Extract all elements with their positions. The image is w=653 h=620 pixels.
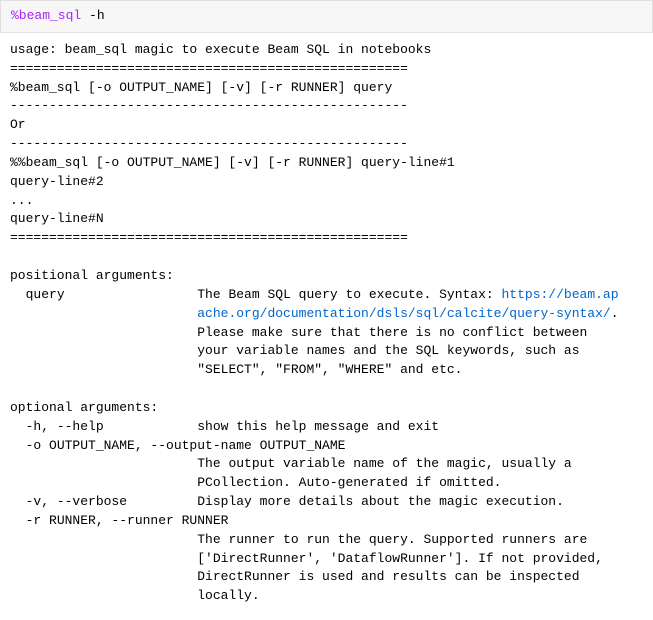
arg-output-name-2: The output variable name of the magic, u… — [10, 456, 572, 490]
usage-multi-line-2: query-line#2 — [10, 174, 104, 189]
query-syntax-link[interactable]: https://beam.ap — [502, 287, 619, 302]
usage-line: usage: beam_sql magic to execute Beam SQ… — [10, 42, 431, 57]
code-cell-input[interactable]: %beam_sql -h — [0, 0, 653, 33]
query-syntax-link-wrap[interactable]: ache.org/documentation/dsls/sql/calcite/… — [10, 306, 611, 321]
optional-arguments-header: optional arguments: — [10, 400, 158, 415]
arg-output-name-1: -o OUTPUT_NAME, --output-name OUTPUT_NAM… — [10, 438, 345, 453]
separator: ========================================… — [10, 230, 408, 245]
usage-multi-line-1: %%beam_sql [-o OUTPUT_NAME] [-v] [-r RUN… — [10, 155, 455, 170]
separator: ========================================… — [10, 61, 408, 76]
arg-runner-2: The runner to run the query. Supported r… — [10, 532, 603, 604]
arg-help: -h, --help show this help message and ex… — [10, 419, 439, 434]
dash-sep: ----------------------------------------… — [10, 136, 408, 151]
arg-query-label: query — [10, 287, 197, 302]
magic-flag: -h — [81, 8, 104, 23]
arg-runner-1: -r RUNNER, --runner RUNNER — [10, 513, 228, 528]
magic-command: %beam_sql — [11, 8, 81, 23]
or-label: Or — [10, 117, 26, 132]
dash-sep: ----------------------------------------… — [10, 98, 408, 113]
usage-multi-line-4: query-line#N — [10, 211, 104, 226]
arg-verbose: -v, --verbose Display more details about… — [10, 494, 564, 509]
usage-single-line: %beam_sql [-o OUTPUT_NAME] [-v] [-r RUNN… — [10, 80, 392, 95]
usage-multi-line-3: ... — [10, 193, 33, 208]
arg-query-desc-1: The Beam SQL query to execute. Syntax: — [197, 287, 501, 302]
code-cell-output: usage: beam_sql magic to execute Beam SQ… — [0, 33, 653, 620]
positional-arguments-header: positional arguments: — [10, 268, 174, 283]
